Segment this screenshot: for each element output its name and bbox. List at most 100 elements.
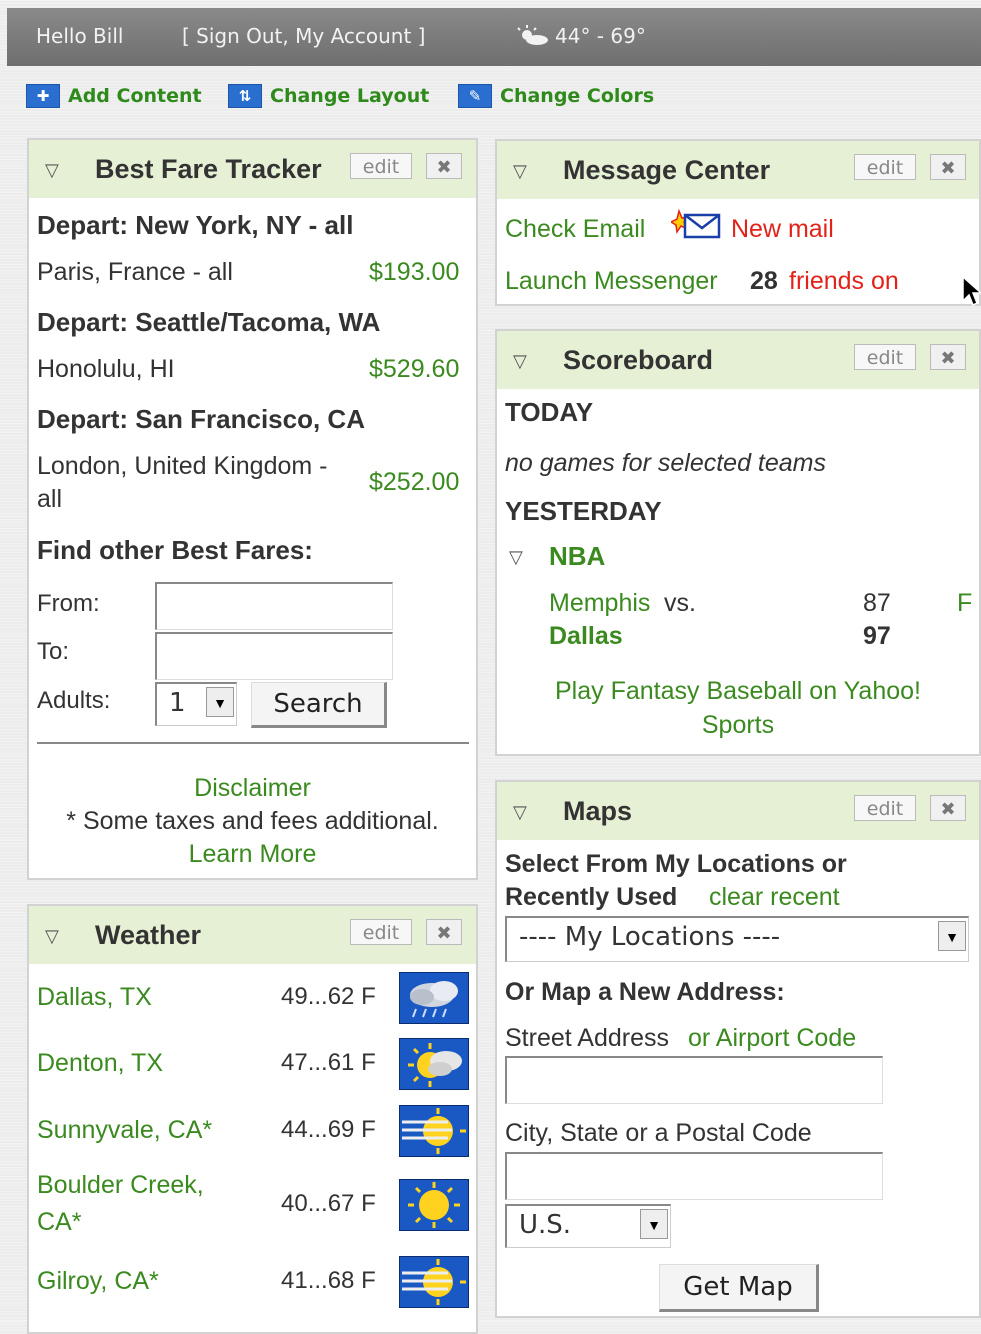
weather-module: ▽ Weather edit ✖ Dallas, TX 49...62 F De… <box>27 904 478 1334</box>
league-link[interactable]: NBA <box>549 541 605 572</box>
edit-button[interactable]: edit <box>854 344 916 370</box>
sun-haze-icon[interactable] <box>399 1105 469 1157</box>
to-input[interactable] <box>155 632 393 680</box>
close-icon[interactable]: ✖ <box>426 919 462 945</box>
launch-messenger-link[interactable]: Launch Messenger <box>505 267 718 296</box>
scoreboard-header: ▽ Scoreboard edit ✖ <box>497 331 979 389</box>
team-score: 87 <box>863 589 891 617</box>
change-layout-button[interactable]: ⇅ Change Layout <box>228 84 429 108</box>
from-input[interactable] <box>155 582 393 630</box>
fare-destination[interactable]: London, United Kingdom - <box>37 452 327 481</box>
weather-city-link[interactable]: Boulder Creek, <box>37 1171 204 1200</box>
account-links[interactable]: [ Sign Out, My Account ] <box>182 24 425 48</box>
collapse-icon[interactable]: ▽ <box>513 802 527 823</box>
cloud-sun-icon <box>517 25 548 45</box>
friends-count: 28 <box>750 267 778 295</box>
recently-used-label: Recently Used <box>505 883 678 911</box>
dropdown-arrow-icon: ▼ <box>206 687 234 717</box>
partly-cloudy-icon[interactable] <box>399 1038 469 1090</box>
new-address-heading: Or Map a New Address: <box>505 978 785 1006</box>
my-locations-select[interactable]: ---- My Locations ---- ▼ <box>505 916 969 962</box>
weather-city-link[interactable]: Sunnyvale, CA* <box>37 1116 212 1145</box>
weather-temp: 44...69 F <box>281 1116 376 1143</box>
plus-icon: ✚ <box>26 84 60 108</box>
pencil-icon: ✎ <box>458 84 492 108</box>
adults-label: Adults: <box>37 687 111 714</box>
collapse-icon[interactable]: ▽ <box>45 926 59 947</box>
add-content-button[interactable]: ✚ Add Content <box>26 84 202 108</box>
adults-select[interactable]: 1 ▼ <box>155 682 237 726</box>
depart-heading: Depart: Seattle/Tacoma, WA <box>37 307 381 337</box>
no-games-text: no games for selected teams <box>505 449 826 477</box>
country-select[interactable]: U.S. ▼ <box>505 1204 671 1248</box>
depart-heading: Depart: San Francisco, CA <box>37 404 365 434</box>
layout-arrows-icon: ⇅ <box>228 84 262 108</box>
team-link[interactable]: Dallas <box>549 622 623 651</box>
fare-price[interactable]: $252.00 <box>369 468 459 497</box>
module-title: Message Center <box>563 155 771 185</box>
scoreboard-module: ▽ Scoreboard edit ✖ TODAY no games for s… <box>495 329 981 756</box>
versus-text: vs. <box>664 589 696 617</box>
fantasy-link-cont[interactable]: Sports <box>497 711 979 740</box>
close-icon[interactable]: ✖ <box>930 344 966 370</box>
sun-haze-icon[interactable] <box>399 1256 469 1308</box>
depart-heading: Depart: New York, NY - all <box>37 210 354 240</box>
maps-header: ▽ Maps edit ✖ <box>497 782 979 840</box>
close-icon[interactable]: ✖ <box>930 795 966 821</box>
search-button[interactable]: Search <box>251 682 387 728</box>
fare-tracker-header: ▽ Best Fare Tracker edit ✖ <box>29 140 476 198</box>
collapse-icon[interactable]: ▽ <box>513 351 527 372</box>
rain-cloud-icon[interactable] <box>399 972 469 1024</box>
fare-destination[interactable]: Paris, France - all <box>37 258 233 287</box>
league-collapse-icon[interactable]: ▽ <box>509 547 523 568</box>
from-label: From: <box>37 590 100 617</box>
weather-summary: 44° - 69° <box>515 24 646 48</box>
divider <box>37 742 469 744</box>
airport-code-link[interactable]: or Airport Code <box>688 1024 856 1053</box>
game-status-link[interactable]: F <box>957 589 972 618</box>
team-score: 97 <box>863 622 891 650</box>
friends-online-link[interactable]: friends on <box>789 267 899 296</box>
disclaimer-link[interactable]: Disclaimer <box>29 774 476 803</box>
weather-temp: 40...67 F <box>281 1190 376 1217</box>
sunny-icon[interactable] <box>399 1179 469 1231</box>
weather-city-link[interactable]: Denton, TX <box>37 1049 163 1078</box>
change-colors-button[interactable]: ✎ Change Colors <box>458 84 654 108</box>
get-map-button[interactable]: Get Map <box>659 1264 819 1312</box>
edit-button[interactable]: edit <box>854 795 916 821</box>
maps-module: ▽ Maps edit ✖ Select From My Locations o… <box>495 780 981 1318</box>
dropdown-arrow-icon: ▼ <box>938 921 966 951</box>
collapse-icon[interactable]: ▽ <box>45 160 59 181</box>
edit-button[interactable]: edit <box>854 154 916 180</box>
edit-button[interactable]: edit <box>350 919 412 945</box>
yesterday-heading: YESTERDAY <box>505 496 662 526</box>
fare-destination-cont[interactable]: all <box>37 485 62 514</box>
clear-recent-link[interactable]: clear recent <box>709 883 840 912</box>
greeting-text: Hello Bill <box>36 24 124 48</box>
to-label: To: <box>37 638 70 665</box>
city-postal-input[interactable] <box>505 1152 883 1200</box>
fare-price[interactable]: $529.60 <box>369 355 459 384</box>
weather-city-link[interactable]: Gilroy, CA* <box>37 1267 159 1296</box>
close-icon[interactable]: ✖ <box>426 153 462 179</box>
weather-temp: 47...61 F <box>281 1049 376 1076</box>
fare-tracker-module: ▽ Best Fare Tracker edit ✖ Depart: New Y… <box>27 138 478 880</box>
weather-city-link[interactable]: Dallas, TX <box>37 983 152 1012</box>
fare-destination[interactable]: Honolulu, HI <box>37 355 175 384</box>
message-center-header: ▽ Message Center edit ✖ <box>497 141 979 199</box>
check-email-link[interactable]: Check Email <box>505 215 645 244</box>
team-link[interactable]: Memphis <box>549 589 650 618</box>
new-mail-link[interactable]: New mail <box>731 215 834 244</box>
new-mail-envelope-icon[interactable] <box>671 209 723 239</box>
close-icon[interactable]: ✖ <box>930 154 966 180</box>
street-address-input[interactable] <box>505 1056 883 1104</box>
fare-price[interactable]: $193.00 <box>369 258 459 287</box>
learn-more-link[interactable]: Learn More <box>29 840 476 869</box>
street-address-label: Street Address <box>505 1024 669 1052</box>
fantasy-link[interactable]: Play Fantasy Baseball on Yahoo! <box>497 677 979 706</box>
collapse-icon[interactable]: ▽ <box>513 161 527 182</box>
weather-city-link-cont[interactable]: CA* <box>37 1208 81 1237</box>
edit-button[interactable]: edit <box>350 153 412 179</box>
module-title: Best Fare Tracker <box>95 154 322 184</box>
module-title: Scoreboard <box>563 345 714 375</box>
